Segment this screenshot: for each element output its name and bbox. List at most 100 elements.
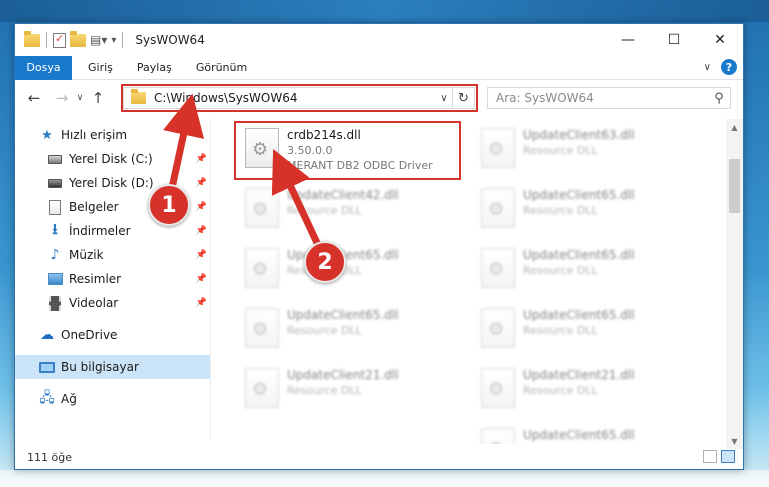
pin-icon[interactable]: 📌 — [196, 202, 207, 212]
network-icon: 🖧 — [39, 390, 55, 406]
file-tile[interactable]: UpdateClient65.dllResource DLL — [475, 422, 695, 444]
sidebar-item-label: Yerel Disk (C:) — [69, 152, 153, 166]
sidebar-item-label: Ağ — [61, 392, 77, 406]
sidebar-item-label: Müzik — [69, 248, 104, 262]
minimize-button[interactable]: — — [605, 24, 651, 56]
properties-icon[interactable] — [53, 32, 66, 48]
sidebar-item-label: Videolar — [69, 296, 119, 310]
back-button[interactable]: ← — [23, 87, 45, 109]
file-name: UpdateClient65.dll — [523, 188, 635, 202]
address-bar[interactable]: C:\Windows\SysWOW64 ∨ ↻ — [123, 87, 475, 109]
file-tile[interactable]: UpdateClient65.dll Resource DLL — [475, 302, 695, 360]
tab-share[interactable]: Paylaş — [125, 56, 184, 80]
toolbar-dropdown-icon[interactable]: ▾ — [111, 35, 116, 46]
tiles-view-icon[interactable] — [721, 450, 735, 463]
desktop-background-bottom — [0, 470, 769, 487]
vertical-scrollbar[interactable]: ▲ ▼ — [726, 119, 743, 449]
sidebar-item-label: Belgeler — [69, 200, 119, 214]
up-button[interactable]: ↑ — [87, 87, 109, 109]
file-highlight-box — [234, 121, 461, 180]
tab-home[interactable]: Giriş — [72, 56, 125, 80]
ribbon-right-controls: ∨ ? — [704, 59, 737, 75]
expand-ribbon-icon[interactable]: ∨ — [704, 62, 711, 73]
customize-toolbar-icon[interactable]: ▤▾ — [90, 33, 107, 47]
file-name: UpdateClient63.dll — [523, 128, 635, 142]
videos-icon — [47, 295, 63, 311]
file-tile[interactable]: UpdateClient42.dll Resource DLL — [239, 182, 459, 240]
recent-locations-button[interactable]: ∨ — [73, 87, 87, 109]
toolbar-divider — [46, 32, 47, 48]
sidebar-item-pictures[interactable]: Resimler 📌 — [15, 267, 210, 291]
address-path[interactable]: C:\Windows\SysWOW64 — [154, 91, 436, 105]
tab-view[interactable]: Görünüm — [184, 56, 259, 80]
file-type: Resource DLL — [287, 384, 362, 397]
pin-icon[interactable]: 📌 — [196, 274, 207, 284]
file-type: Resource DLL — [523, 384, 598, 397]
pin-icon[interactable]: 📌 — [196, 178, 207, 188]
sidebar-item-music[interactable]: ♪ Müzik 📌 — [15, 243, 210, 267]
file-type: Resource DLL — [523, 144, 598, 157]
pin-icon[interactable]: 📌 — [196, 154, 207, 164]
pin-icon[interactable]: 📌 — [196, 250, 207, 260]
file-type: Resource DLL — [523, 324, 598, 337]
maximize-button[interactable]: ☐ — [651, 24, 697, 56]
pictures-icon — [47, 271, 63, 287]
sidebar-item-downloads[interactable]: ⭳ İndirmeler 📌 — [15, 219, 210, 243]
file-name: UpdateClient42.dll — [287, 188, 399, 202]
chevron-down-icon[interactable]: ∨ — [436, 93, 452, 104]
view-switcher — [703, 450, 735, 463]
help-icon[interactable]: ? — [721, 59, 737, 75]
pin-icon[interactable]: 📌 — [196, 298, 207, 308]
refresh-icon[interactable]: ↻ — [452, 88, 474, 108]
dll-file-icon — [481, 188, 515, 228]
dll-file-icon — [481, 128, 515, 168]
details-view-icon[interactable] — [703, 450, 717, 463]
sidebar-item-videos[interactable]: Videolar 📌 — [15, 291, 210, 315]
dll-file-icon — [245, 308, 279, 348]
file-tile[interactable]: UpdateClient21.dll Resource DLL — [239, 362, 459, 420]
sidebar-item-this-pc[interactable]: Bu bilgisayar — [15, 355, 210, 379]
file-tile[interactable]: UpdateClient65.dll Resource DLL — [475, 242, 695, 300]
dll-file-icon — [245, 188, 279, 228]
forward-button[interactable]: → — [51, 87, 73, 109]
folder-icon — [131, 89, 146, 104]
sidebar-item-quick-access[interactable]: ★ Hızlı erişim — [15, 123, 210, 147]
scroll-up-icon[interactable]: ▲ — [726, 119, 743, 135]
dll-file-icon — [481, 308, 515, 348]
this-pc-icon — [39, 359, 55, 375]
dll-file-icon — [245, 368, 279, 408]
navigation-pane: ★ Hızlı erişim Yerel Disk (C:) 📌 Yerel D… — [15, 119, 210, 439]
pin-icon[interactable]: 📌 — [196, 226, 207, 236]
file-name: UpdateClient65.dll — [523, 248, 635, 262]
scroll-thumb[interactable] — [729, 159, 740, 213]
sidebar-item-network[interactable]: 🖧 Ağ — [15, 387, 210, 411]
file-tile[interactable]: UpdateClient21.dll Resource DLL — [475, 362, 695, 420]
step-2-badge: 2 — [304, 241, 346, 283]
tab-file[interactable]: Dosya — [15, 55, 72, 80]
file-type: Resource DLL — [287, 324, 362, 337]
file-tile[interactable]: UpdateClient65.dll Resource DLL — [239, 302, 459, 360]
window-controls: — ☐ ✕ — [605, 24, 743, 56]
dll-file-icon — [481, 368, 515, 408]
file-name: UpdateClient21.dll — [523, 368, 635, 382]
close-button[interactable]: ✕ — [697, 24, 743, 56]
file-name: UpdateClient65.dll — [287, 308, 399, 322]
sidebar-item-local-disk-c[interactable]: Yerel Disk (C:) 📌 — [15, 147, 210, 171]
dll-file-icon — [245, 248, 279, 288]
documents-icon — [47, 199, 63, 215]
file-type: Resource DLL — [523, 264, 598, 277]
item-count: 111 öğe — [27, 451, 72, 464]
search-input[interactable] — [496, 91, 708, 105]
new-folder-icon[interactable] — [70, 30, 86, 47]
sidebar-item-label: Hızlı erişim — [61, 128, 128, 142]
file-tile[interactable]: UpdateClient63.dll Resource DLL — [475, 122, 695, 180]
file-name: UpdateClient65.dll — [523, 308, 635, 322]
pane-splitter[interactable] — [210, 119, 211, 439]
search-box[interactable]: ⚲ — [487, 87, 731, 109]
file-tile[interactable]: UpdateClient65.dllResource DLL — [239, 242, 459, 300]
music-icon: ♪ — [50, 247, 60, 263]
explorer-window: ▤▾ ▾ SysWOW64 — ☐ ✕ Dosya Giriş Paylaş G… — [14, 23, 744, 470]
file-tile[interactable]: UpdateClient65.dllResource DLL — [475, 182, 695, 240]
sidebar-item-onedrive[interactable]: ☁ OneDrive — [15, 323, 210, 347]
search-icon[interactable]: ⚲ — [708, 91, 730, 106]
